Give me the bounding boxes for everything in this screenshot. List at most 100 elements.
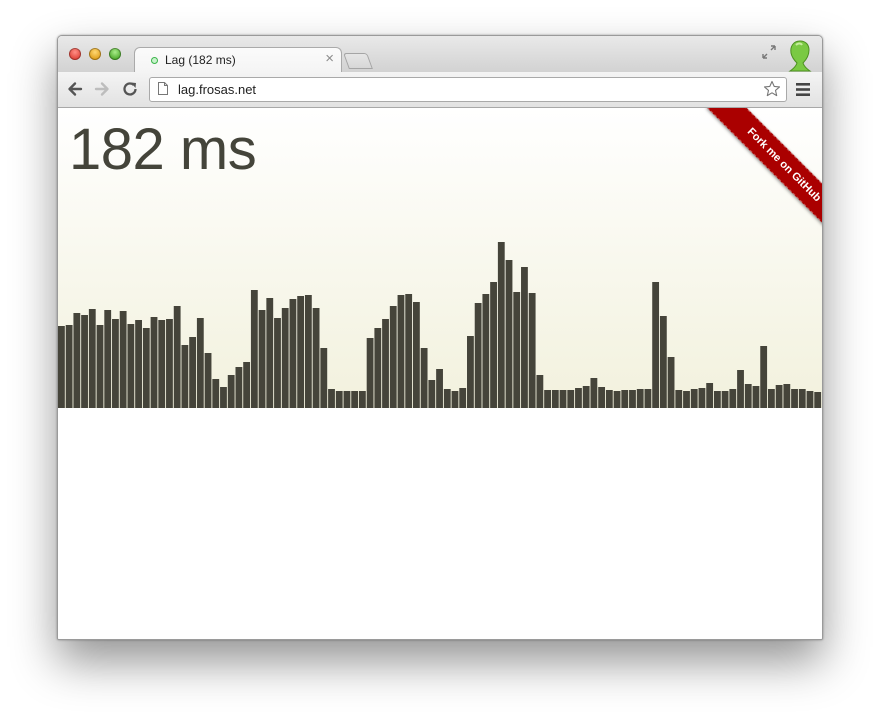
tab-strip: Lag (182 ms) × xyxy=(58,36,822,73)
lag-bar xyxy=(598,387,606,408)
lag-bar xyxy=(636,389,644,408)
lag-bar xyxy=(605,390,613,408)
browser-window: Lag (182 ms) × lag.frosas.net 182 ms For… xyxy=(57,35,823,640)
lag-bar xyxy=(443,389,451,408)
lag-bar xyxy=(528,293,536,408)
lag-bar xyxy=(212,379,220,408)
lag-bar xyxy=(412,302,420,408)
github-ribbon[interactable]: Fork me on GitHub xyxy=(673,108,822,257)
lag-bar xyxy=(274,318,281,408)
lag-bar xyxy=(358,391,366,408)
lag-bar xyxy=(497,242,505,408)
toolbar: lag.frosas.net xyxy=(58,72,822,108)
lag-bar xyxy=(783,384,791,408)
lag-bar xyxy=(135,320,142,408)
lag-bar xyxy=(382,319,389,408)
lag-bar xyxy=(775,385,783,408)
lag-bar xyxy=(112,319,119,408)
zoom-light-icon[interactable] xyxy=(109,48,121,60)
lag-bar xyxy=(451,391,459,408)
lag-bar xyxy=(250,290,258,408)
lag-bar xyxy=(328,389,335,408)
lag-bar xyxy=(729,389,737,408)
lag-bar xyxy=(428,380,436,408)
lag-bar xyxy=(467,336,474,408)
lag-bar xyxy=(513,292,521,408)
page-icon xyxy=(158,82,168,95)
profile-icon[interactable] xyxy=(787,40,813,72)
lag-bar xyxy=(490,282,497,408)
loading-dot-icon xyxy=(151,57,158,64)
address-bar[interactable]: lag.frosas.net xyxy=(149,77,787,102)
lag-bar xyxy=(698,388,706,408)
lag-bar xyxy=(173,306,181,408)
reload-icon[interactable] xyxy=(121,80,139,98)
lag-bar xyxy=(436,369,443,408)
lag-bar xyxy=(58,326,65,408)
lag-bar xyxy=(706,383,714,408)
page-viewport: 182 ms Fork me on GitHub xyxy=(58,108,822,639)
lag-bar xyxy=(737,370,744,408)
forward-arrow-icon[interactable] xyxy=(93,80,111,98)
lag-bar xyxy=(752,386,760,408)
lag-bar xyxy=(235,367,243,408)
tab-title: Lag (182 ms) xyxy=(165,53,236,67)
lag-bar xyxy=(644,389,652,408)
tab-close-icon[interactable]: × xyxy=(325,50,334,67)
tab-lag[interactable]: Lag (182 ms) × xyxy=(134,47,342,73)
lag-bar xyxy=(652,282,660,408)
lag-bar xyxy=(559,390,567,408)
lag-bar xyxy=(119,311,127,408)
fullscreen-icon[interactable] xyxy=(761,44,777,60)
fork-me-ribbon[interactable]: Fork me on GitHub xyxy=(706,108,822,243)
lag-bar xyxy=(243,362,251,408)
minimize-light-icon[interactable] xyxy=(89,48,101,60)
lag-bar xyxy=(551,390,559,408)
lag-bar xyxy=(266,298,274,408)
lag-bar xyxy=(289,299,297,408)
lag-bar xyxy=(158,320,166,408)
new-tab-icon[interactable] xyxy=(343,53,373,69)
menu-icon[interactable] xyxy=(796,83,810,96)
lag-readout: 182 ms xyxy=(69,117,257,182)
lag-bar xyxy=(166,319,173,408)
lag-bar xyxy=(374,328,382,408)
lag-bar xyxy=(204,353,212,408)
lag-bar xyxy=(791,389,798,408)
lag-bar xyxy=(582,386,590,408)
lag-bar xyxy=(104,310,112,408)
lag-bar xyxy=(335,391,343,408)
lag-bar xyxy=(683,391,690,408)
lag-bar xyxy=(521,267,528,408)
lag-bar xyxy=(621,390,629,408)
lag-bar xyxy=(567,390,575,408)
lag-bar xyxy=(760,346,768,408)
lag-bar xyxy=(397,295,405,408)
lag-bar xyxy=(351,391,359,408)
lag-bar xyxy=(744,384,752,408)
lag-bar xyxy=(505,260,513,408)
lag-bar xyxy=(88,309,96,408)
lag-bar xyxy=(420,348,428,408)
lag-bar xyxy=(196,318,204,408)
close-light-icon[interactable] xyxy=(69,48,81,60)
star-icon[interactable] xyxy=(763,80,781,98)
lag-bar xyxy=(366,338,374,408)
lag-bar xyxy=(258,310,266,408)
lag-bar xyxy=(721,391,729,408)
back-arrow-icon[interactable] xyxy=(66,80,84,98)
lag-bar xyxy=(690,389,698,408)
lag-bar xyxy=(304,295,312,408)
lag-bar xyxy=(767,389,775,408)
url-text: lag.frosas.net xyxy=(178,82,257,97)
lag-bar xyxy=(320,348,328,408)
lag-bar xyxy=(544,390,551,408)
lag-bar xyxy=(659,316,667,408)
lag-bar xyxy=(482,294,490,408)
lag-bar xyxy=(73,313,81,408)
lag-bar xyxy=(127,324,135,408)
lag-bar xyxy=(667,357,675,408)
lag-bar xyxy=(343,391,351,408)
lag-bar xyxy=(675,390,683,408)
lag-bar xyxy=(81,315,88,408)
